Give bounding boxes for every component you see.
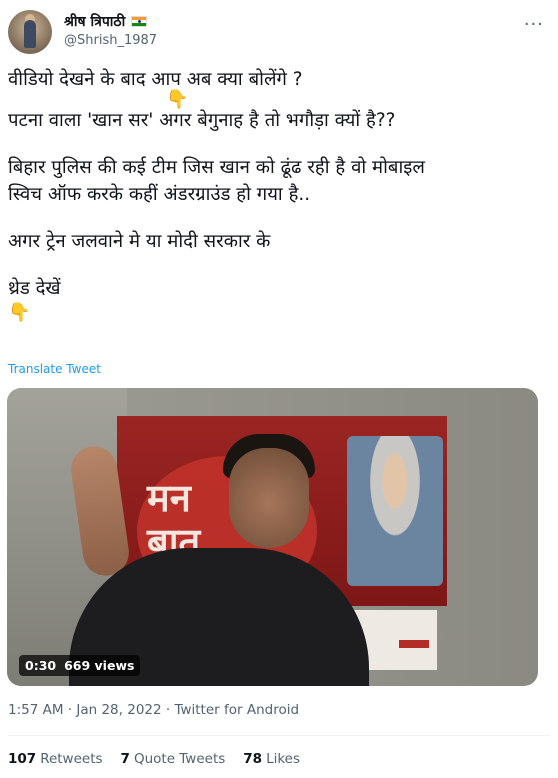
video-player[interactable]: मन बात 0:30 669 views: [7, 388, 538, 686]
tweet-line: बिहार पुलिस की कई टीम जिस खान को ढूंढ रह…: [8, 157, 425, 178]
tweet-line: वीडियो देखने के बाद आप अब क्या बोलेंगे ?: [8, 69, 303, 90]
retweets-count: 107: [8, 751, 37, 767]
quote-tweets-count: 7: [120, 751, 130, 767]
avatar[interactable]: [8, 10, 52, 54]
banner-text-line: मन: [147, 475, 191, 520]
tweet-text: वीडियो देखने के बाद आप अब क्या बोलेंगे ?…: [8, 66, 548, 324]
author-name-row: श्रीष त्रिपाठी: [64, 12, 148, 31]
tweet-line: स्विच ऑफ करके कहीं अंडरग्राउंड हो गया है…: [8, 184, 311, 205]
author-handle[interactable]: @Shrish_1987: [64, 33, 157, 48]
video-info-overlay: 0:30 669 views: [19, 655, 141, 676]
tweet-header: श्रीष त्रिपाठी @Shrish_1987 ···: [8, 8, 550, 56]
more-options-icon[interactable]: ···: [524, 14, 544, 35]
video-person-head: [229, 448, 309, 548]
tweet-stats: 107 Retweets 7 Quote Tweets 78 Likes: [8, 751, 300, 767]
pointing-down-emoji-icon: 👇: [8, 302, 31, 323]
likes-label: Likes: [266, 751, 301, 767]
avatar-figure: [24, 20, 36, 48]
retweets-stat[interactable]: 107 Retweets: [8, 751, 103, 767]
tweet-line: अगर ट्रेन जलवाने मे या मोदी सरकार के: [8, 231, 271, 252]
tweet-timestamp[interactable]: 1:57 AM · Jan 28, 2022 · Twitter for And…: [8, 702, 299, 718]
translate-tweet-link[interactable]: Translate Tweet: [8, 362, 101, 376]
video-duration: 0:30: [25, 658, 57, 673]
banner-portrait: [347, 436, 443, 586]
pointing-down-emoji-icon: 👇: [166, 89, 189, 110]
tweet-line: पटना वाला 'खान सर' अगर बेगुनाह है तो भगौ…: [8, 110, 396, 131]
author-display-name[interactable]: श्रीष त्रिपाठी: [64, 12, 125, 31]
divider: [8, 735, 550, 736]
india-flag-icon: [131, 16, 148, 27]
likes-count: 78: [243, 751, 263, 767]
tweet-line: थ्रेड देखें: [8, 278, 61, 299]
retweets-label: Retweets: [40, 751, 103, 767]
likes-stat[interactable]: 78 Likes: [243, 751, 300, 767]
quote-tweets-stat[interactable]: 7 Quote Tweets: [121, 751, 226, 767]
quote-tweets-label: Quote Tweets: [133, 751, 226, 767]
video-views: 669 views: [64, 658, 135, 673]
